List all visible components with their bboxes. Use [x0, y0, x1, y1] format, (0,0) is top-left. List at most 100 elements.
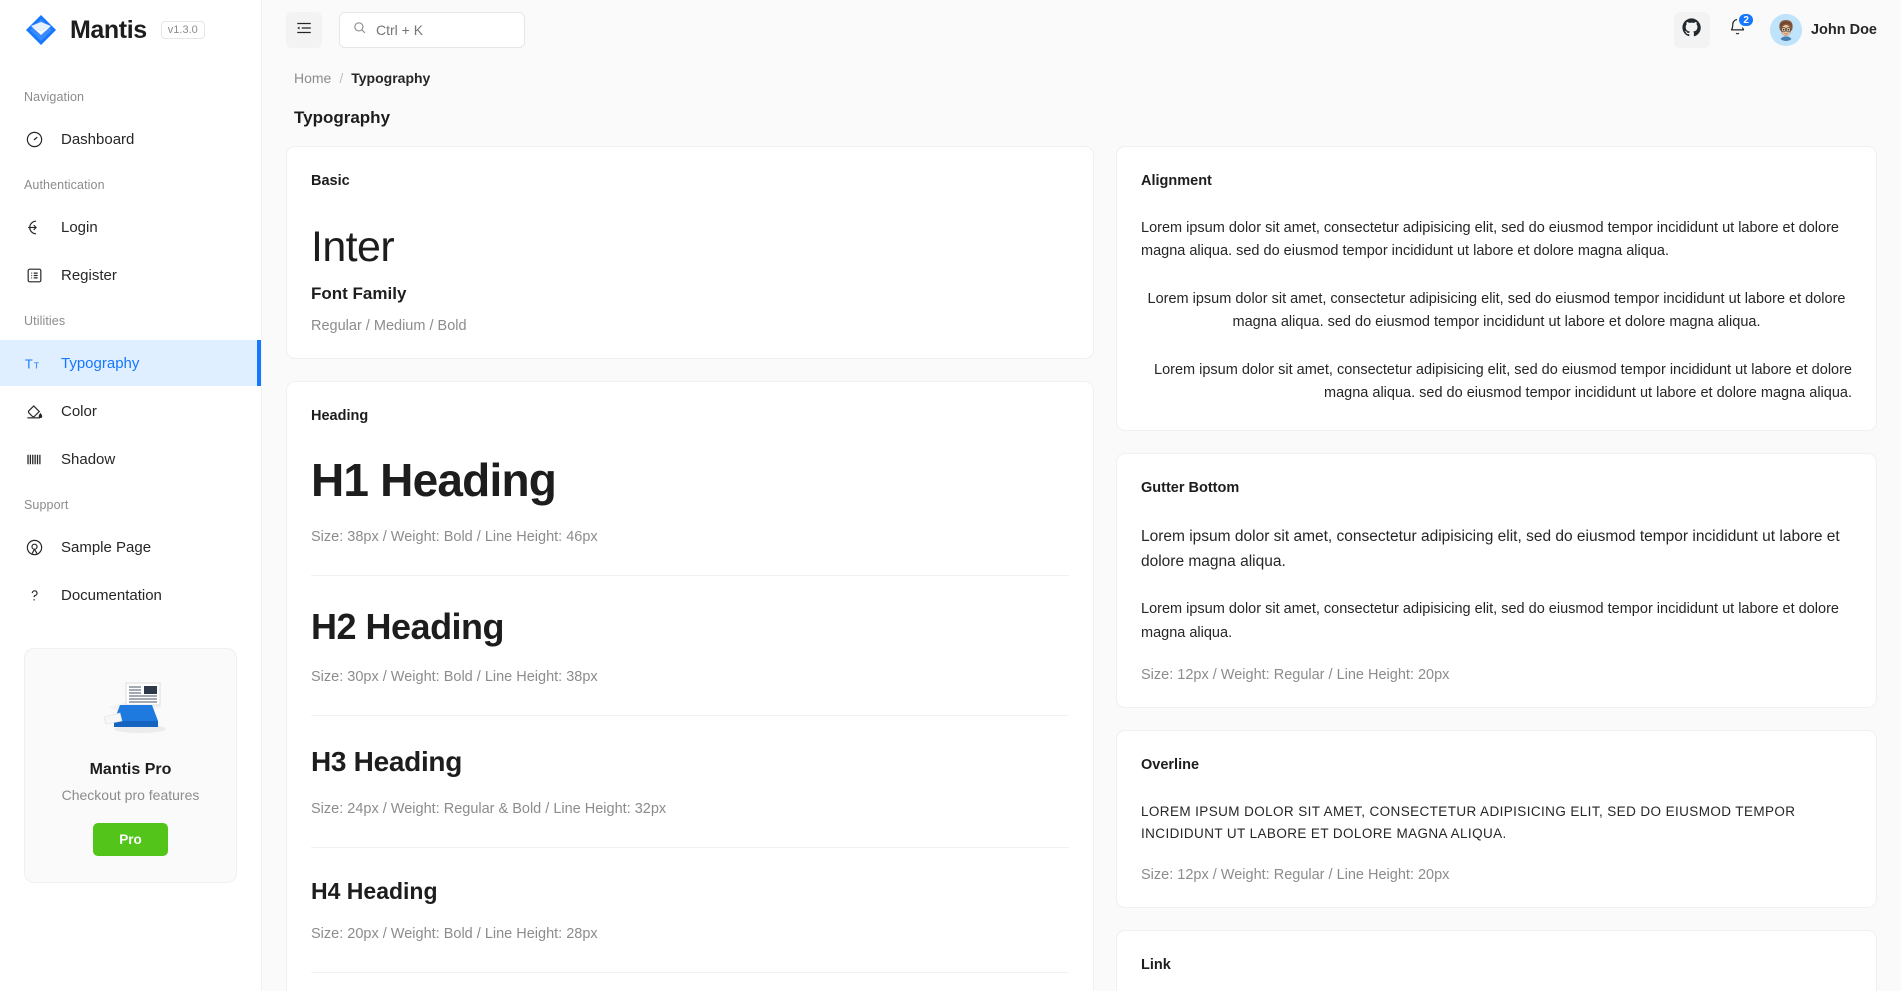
header-actions: 2 John Doe [1673, 12, 1877, 48]
github-button[interactable] [1673, 12, 1710, 48]
brand-name: Mantis [70, 15, 147, 44]
sidebar-collapse-icon [295, 19, 313, 42]
h4-meta: Size: 20px / Weight: Bold / Line Height:… [311, 926, 598, 943]
mantis-pro-illustration [90, 677, 172, 739]
sidebar-nav: Navigation Dashboard Authentication Logi… [0, 60, 261, 618]
right-column: Alignment Lorem ipsum dolor sit amet, co… [1116, 146, 1877, 991]
sidebar-item-label: Login [61, 218, 98, 236]
sidebar-item-documentation[interactable]: Documentation [0, 572, 261, 618]
heading-row-h3: H3 Heading Size: 24px / Weight: Regular … [311, 715, 1069, 820]
svg-text:T: T [33, 360, 39, 370]
font-weights-list: Regular / Medium / Bold [311, 318, 467, 335]
user-profile[interactable]: John Doe [1769, 14, 1877, 46]
sidebar-item-label: Color [61, 402, 97, 420]
search-box[interactable] [339, 12, 525, 48]
sidebar-item-label: Documentation [61, 586, 162, 604]
color-bucket-icon [24, 401, 44, 421]
profile-name: John Doe [1810, 22, 1877, 38]
nav-caption-support: Support [24, 498, 69, 512]
heading-row-h2: H2 Heading Size: 30px / Weight: Bold / L… [311, 575, 1069, 689]
heading-row-h4: H4 Heading Size: 20px / Weight: Bold / L… [311, 846, 1069, 946]
notification-badge: 2 [1737, 12, 1755, 28]
pro-button[interactable]: Pro [93, 823, 168, 856]
gutter-bottom-card-title: Gutter Bottom [1141, 479, 1240, 496]
alignment-paragraph-center: Lorem ipsum dolor sit amet, consectetur … [1147, 290, 1846, 331]
h2-meta: Size: 30px / Weight: Bold / Line Height:… [311, 669, 598, 686]
search-input[interactable] [376, 22, 512, 38]
h3-sample: H3 Heading [311, 746, 463, 778]
pro-card-subtitle: Checkout pro features [61, 787, 200, 803]
alignment-card: Alignment Lorem ipsum dolor sit amet, co… [1116, 146, 1877, 431]
github-icon [1682, 18, 1702, 42]
sample-page-chrome-icon [24, 537, 44, 557]
sidebar-item-label: Dashboard [61, 130, 135, 148]
breadcrumb: Home / Typography [286, 60, 1877, 86]
overline-text: Lorem ipsum dolor sit amet, consectetur … [1141, 804, 1796, 841]
pro-card-title: Mantis Pro [89, 761, 172, 778]
login-arrow-icon [24, 217, 44, 237]
left-column: Basic Inter Font Family Regular / Medium… [286, 146, 1094, 991]
h2-sample: H2 Heading [311, 606, 505, 648]
heading-card: Heading H1 Heading Size: 38px / Weight: … [286, 381, 1094, 991]
main-area: 2 [262, 0, 1901, 991]
basic-card-title: Basic [311, 173, 350, 189]
sidebar-item-dashboard[interactable]: Dashboard [0, 116, 261, 162]
sidebar: Mantis v1.3.0 Navigation Dashboard Authe… [0, 0, 262, 991]
sidebar-item-label: Sample Page [61, 538, 152, 556]
font-family-label: Font Family [311, 284, 407, 304]
brand[interactable]: Mantis v1.3.0 [0, 0, 261, 60]
alignment-paragraph-left: Lorem ipsum dolor sit amet, consectetur … [1141, 220, 1839, 260]
sidebar-item-label: Shadow [61, 450, 116, 468]
heading-row-h5: H5 Heading Size: 16px / Weight: Regular … [311, 972, 1069, 991]
svg-text:T: T [25, 357, 33, 371]
sidebar-item-label: Typography [61, 354, 140, 372]
breadcrumb-current: Typography [351, 70, 431, 86]
register-form-icon [24, 265, 44, 285]
search-icon [352, 20, 367, 40]
sidebar-item-color[interactable]: Color [0, 388, 261, 434]
shadow-bars-icon [24, 449, 44, 469]
overline-card-title: Overline [1141, 757, 1200, 774]
question-mark-icon [24, 585, 44, 605]
sidebar-item-typography[interactable]: T T Typography [0, 340, 261, 386]
gutter-meta: Size: 12px / Weight: Regular / Line Heig… [1141, 667, 1450, 684]
breadcrumb-separator: / [339, 70, 344, 86]
sidebar-item-label: Register [61, 266, 117, 284]
basic-card: Basic Inter Font Family Regular / Medium… [286, 146, 1094, 360]
sidebar-item-register[interactable]: Register [0, 252, 261, 298]
breadcrumb-home[interactable]: Home [294, 70, 331, 86]
notifications-button[interactable]: 2 [1720, 12, 1756, 48]
link-card-title: Link [1141, 956, 1171, 973]
user-avatar [1769, 14, 1802, 46]
sidebar-item-shadow[interactable]: Shadow [0, 436, 261, 482]
sidebar-toggle-button[interactable] [286, 12, 322, 48]
nav-caption-utilities: Utilities [24, 314, 66, 328]
overline-card: Overline Lorem ipsum dolor sit amet, con… [1116, 730, 1877, 908]
gutter-paragraph-large: Lorem ipsum dolor sit amet, consectetur … [1141, 527, 1840, 571]
gutter-paragraph-small: Lorem ipsum dolor sit amet, consectetur … [1141, 601, 1839, 641]
overline-meta: Size: 12px / Weight: Regular / Line Heig… [1141, 866, 1450, 883]
mantis-diamond-logo [24, 13, 58, 47]
version-badge: v1.3.0 [160, 20, 205, 40]
page-content: Home / Typography Typography Basic Inter… [262, 60, 1901, 991]
alignment-paragraph-right: Lorem ipsum dolor sit amet, consectetur … [1154, 361, 1852, 402]
alignment-card-title: Alignment [1141, 173, 1212, 189]
heading-row-h1: H1 Heading Size: 38px / Weight: Bold / L… [311, 424, 1069, 549]
typography-tt-icon: T T [24, 353, 44, 373]
nav-caption-authentication: Authentication [24, 178, 105, 192]
cards-grid: Basic Inter Font Family Regular / Medium… [286, 146, 1877, 991]
nav-caption-navigation: Navigation [24, 90, 85, 104]
font-name-sample: Inter [311, 223, 395, 271]
sidebar-item-login[interactable]: Login [0, 204, 261, 250]
dashboard-gauge-icon [24, 129, 44, 149]
h4-sample: H4 Heading [311, 877, 438, 904]
h3-meta: Size: 24px / Weight: Regular & Bold / Li… [311, 800, 667, 817]
top-header: 2 [262, 0, 1901, 60]
h1-meta: Size: 38px / Weight: Bold / Line Height:… [311, 529, 598, 546]
heading-card-title: Heading [311, 408, 369, 425]
page-title: Typography [294, 108, 391, 127]
sidebar-item-sample-page[interactable]: Sample Page [0, 524, 261, 570]
link-card: Link www.mantis.com [1116, 929, 1877, 991]
app-root: Mantis v1.3.0 Navigation Dashboard Authe… [0, 0, 1901, 991]
mantis-pro-card: Mantis Pro Checkout pro features Pro [24, 648, 237, 883]
